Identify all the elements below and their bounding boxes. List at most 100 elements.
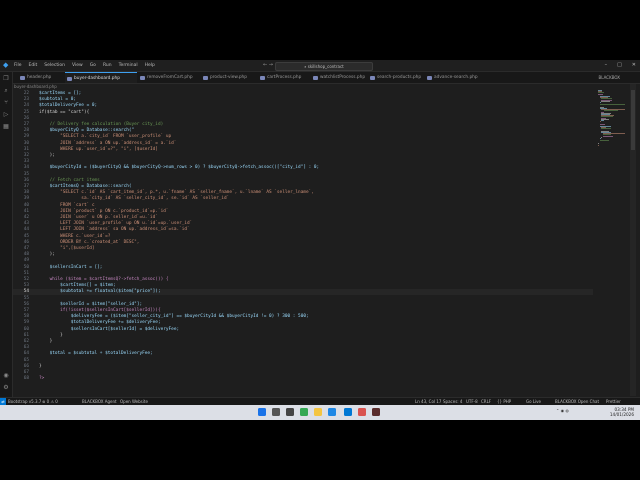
code-line[interactable]: 57 if(!isset($sellersInCart[$sellerId]))… (13, 308, 593, 314)
breadcrumb[interactable]: buyer-dashboard.php (14, 84, 57, 90)
tab-advance-search[interactable]: advance-search.php (425, 72, 479, 83)
blackbox-button[interactable]: BLACKBOX (599, 72, 620, 83)
code-line[interactable]: 56 $sellerId = $item["seller_id"]; (13, 302, 593, 308)
code-editor[interactable]: 22 $cartItems = []; 23 $subtotal = 0; 24 $tot… (13, 91, 593, 397)
windows-start-icon[interactable] (258, 408, 266, 416)
code-line[interactable]: 51 (13, 271, 593, 277)
menu-item-view[interactable]: View (72, 60, 83, 71)
code-text: $totalDeliveryFee = 0; (39, 103, 98, 109)
minimap[interactable] (598, 90, 628, 150)
code-line[interactable]: 53 $cartItems[] = $item; (13, 283, 593, 289)
explorer-icon[interactable]: ❐ (2, 75, 10, 83)
code-line[interactable]: 36 // Fetch cart items (13, 178, 593, 184)
code-line[interactable]: 39 sa.`city_id` AS `seller_city_id`, se.… (13, 196, 593, 202)
tab-product-view[interactable]: product-view.php (201, 72, 257, 83)
code-line[interactable]: 66} (13, 364, 593, 370)
tab-search-products[interactable]: search-products.php (368, 72, 424, 83)
account-icon[interactable]: ◉ (2, 372, 10, 380)
taskbar-clock[interactable]: 03:34 PM 14/01/2026 (610, 407, 634, 417)
code-line[interactable]: 58 $deliveryFee = ($item["seller_city_id… (13, 314, 593, 320)
code-line[interactable]: 42 JOIN `user` u ON p.`seller_id`=u.`id` (13, 215, 593, 221)
code-line[interactable]: 34 $buyerCityId = ($buyerCityQ && $buyer… (13, 165, 593, 171)
task-view-icon[interactable] (286, 408, 294, 416)
code-line[interactable]: 27 // Delivery fee calculation (Buyer ci… (13, 122, 593, 128)
code-line[interactable]: 44 LEFT JOIN `address` sa ON up.`address… (13, 227, 593, 233)
file-explorer-icon[interactable] (314, 408, 322, 416)
code-line[interactable]: 38 "SELECT c.`id` AS `cart_item_id`, p.*… (13, 190, 593, 196)
system-tray-icons[interactable]: ⌃ ◉ ◍ (556, 408, 569, 413)
menu-item-file[interactable]: File (14, 60, 22, 71)
menu-item-go[interactable]: Go (90, 60, 96, 71)
code-line[interactable]: 47 "i",[$userId] (13, 246, 593, 252)
code-line[interactable]: 32 ); (13, 153, 593, 159)
menu-item-selection[interactable]: Selection (44, 60, 65, 71)
code-text: $deliveryFee = ($item["seller_city_id"] … (39, 314, 309, 320)
code-line[interactable]: 35 (13, 172, 593, 178)
command-center-search[interactable]: ⌕ skillshop_contract (275, 62, 373, 71)
line-number: 54 (23, 289, 29, 295)
chrome-icon[interactable] (300, 408, 308, 416)
menu-item-terminal[interactable]: Terminal (119, 60, 138, 71)
scrollbar-thumb[interactable] (631, 90, 635, 150)
php-file-icon (67, 76, 72, 81)
search-icon[interactable]: ⌕ (2, 87, 10, 95)
tab-buyer-dashboard[interactable]: buyer-dashboard.php (65, 72, 137, 83)
code-line[interactable]: 68 ?> (13, 376, 593, 382)
extensions-icon[interactable]: ▦ (2, 123, 10, 131)
code-line[interactable]: 64 $total = $subtotal + $totalDeliveryFe… (13, 351, 593, 357)
tab-watchlistprocess[interactable]: watchlistProcess.php (311, 72, 367, 83)
line-number: 46 (23, 239, 29, 245)
code-line[interactable]: 67 (13, 370, 593, 376)
tab-label: removeFromCart.php (147, 75, 193, 80)
code-line[interactable]: 46 ORDER BY c.`created_at` DESC", (13, 240, 593, 246)
code-line[interactable]: 31 WHERE up.`user_id`=?", "i", [$userId] (13, 147, 593, 153)
code-line[interactable]: 59 $totalDeliveryFee += $deliveryFee; (13, 320, 593, 326)
code-line[interactable]: 40 FROM `cart` c (13, 203, 593, 209)
code-line[interactable]: 25 if($tab == "cart"){ (13, 110, 593, 116)
code-line[interactable]: 28 $buyerCityQ = Database::search(" (13, 128, 593, 134)
menu-item-run[interactable]: Run (103, 60, 112, 71)
app-dark-icon[interactable] (372, 408, 380, 416)
gear-icon[interactable]: ⚙ (2, 384, 10, 392)
code-line[interactable]: 29 "SELECT a.`city_id` FROM `user_profil… (13, 134, 593, 140)
edge-icon[interactable] (328, 408, 336, 416)
code-line[interactable]: 33 (13, 159, 593, 165)
code-line[interactable]: 48 ); (13, 252, 593, 258)
code-line[interactable]: 43 LEFT JOIN `user_profile` up ON u.`id`… (13, 221, 593, 227)
tab-removefromcart[interactable]: removeFromCart.php (138, 72, 200, 83)
line-number: 37 (23, 184, 29, 189)
nav-arrows-icon[interactable]: ← → (263, 61, 273, 70)
line-number: 63 (23, 345, 29, 351)
menu-item-edit[interactable]: Edit (29, 60, 38, 71)
code-line[interactable]: 49 (13, 258, 593, 264)
code-line[interactable]: 55 (13, 296, 593, 302)
code-line[interactable]: 61 } (13, 333, 593, 339)
app-red-icon[interactable] (358, 408, 366, 416)
maximize-icon[interactable]: □ (617, 60, 622, 71)
code-line[interactable]: 54 $subtotal += floatval($item["price"])… (13, 289, 593, 295)
code-line[interactable]: 45 WHERE c.`user_id`=? (13, 234, 593, 240)
code-line[interactable]: 41 JOIN `product` p ON c.`product_id`=p.… (13, 209, 593, 215)
code-line[interactable]: 23 $subtotal = 0; (13, 97, 593, 103)
code-line[interactable]: 50 $sellersInCart = []; (13, 265, 593, 271)
code-line[interactable]: 52 while ($item = $cartItemsQ?->fetch_as… (13, 277, 593, 283)
code-line[interactable]: 60 $sellersInCart[$sellerId] = $delivery… (13, 327, 593, 333)
source-control-icon[interactable]: ⑂ (2, 99, 10, 107)
vscode-icon[interactable] (344, 408, 352, 416)
minimize-icon[interactable]: – (605, 60, 608, 71)
close-icon[interactable]: ✕ (632, 60, 636, 71)
code-line[interactable]: 26 (13, 116, 593, 122)
line-number: 52 (23, 277, 29, 282)
tab-cartprocess[interactable]: cartProcess.php (258, 72, 310, 83)
code-line[interactable]: 22 $cartItems = []; (13, 91, 593, 97)
code-line[interactable]: 24 $totalDeliveryFee = 0; (13, 103, 593, 109)
code-line[interactable]: 37 $cartItemsQ = Database::search( (13, 184, 593, 190)
code-line[interactable]: 30 JOIN `address` a ON up.`address_id` =… (13, 141, 593, 147)
code-line[interactable]: 63 (13, 345, 593, 351)
search-icon[interactable] (272, 408, 280, 416)
tab-header[interactable]: header.php (18, 72, 64, 83)
code-line[interactable]: 65 (13, 358, 593, 364)
run-debug-icon[interactable]: ▷ (2, 111, 10, 119)
menu-item-help[interactable]: Help (145, 60, 155, 71)
code-line[interactable]: 62 } (13, 339, 593, 345)
